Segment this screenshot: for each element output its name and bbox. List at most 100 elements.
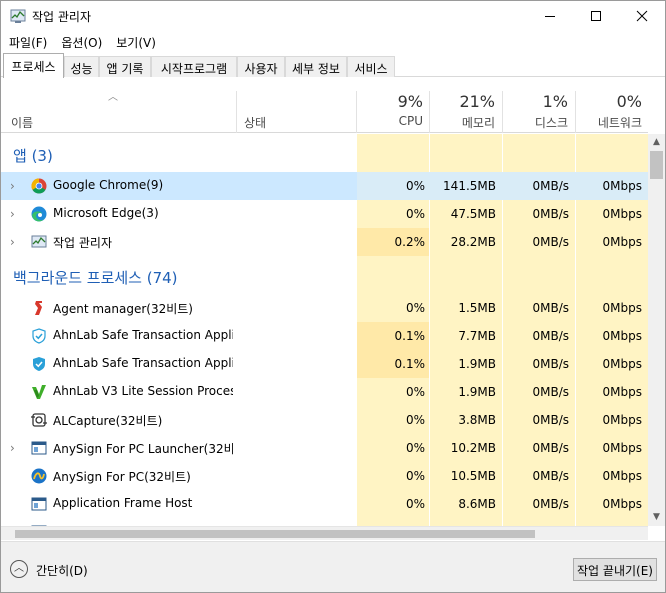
column-memory[interactable]: 메모리 <box>431 114 495 131</box>
cpu-value: 0% <box>405 179 425 193</box>
network-value: 0Mbps <box>602 207 642 221</box>
expand-chevron-icon[interactable]: › <box>10 179 15 193</box>
vertical-scrollbar[interactable]: ▲ ▼ <box>648 134 665 526</box>
fewer-details-link[interactable]: 간단히(D) <box>36 562 88 579</box>
group-apps-label: 앱 (3) <box>13 147 53 165</box>
scroll-down-arrow-icon[interactable]: ▼ <box>648 509 665 526</box>
list-item[interactable]: › Google Chrome(9) 0% 141.5MB 0MB/s 0Mbp… <box>1 172 648 200</box>
list-item[interactable]: AhnLab V3 Lite Session Proces... 0% 1.9M… <box>1 378 648 406</box>
tab-strip: 프로세스 성능 앱 기록 시작프로그램 사용자 세부 정보 서비스 <box>1 53 665 78</box>
scroll-up-arrow-icon[interactable]: ▲ <box>648 134 665 151</box>
menu-view[interactable]: 보기(V) <box>108 31 162 53</box>
sort-arrow-icon: ︿ <box>108 92 118 103</box>
column-header: ︿ 이름 상태 9% CPU 21% 메모리 1% 디스크 0% 네트워크 <box>1 78 648 133</box>
expand-chevron-icon[interactable]: › <box>10 207 15 221</box>
list-item-partial[interactable] <box>1 518 648 526</box>
list-item[interactable]: ALCapture(32비트) 0% 3.8MB 0MB/s 0Mbps <box>1 406 648 434</box>
expand-chevron-icon[interactable]: › <box>10 235 15 249</box>
collapse-up-icon[interactable]: ︿ <box>10 560 28 578</box>
column-cpu[interactable]: CPU <box>359 114 423 128</box>
group-apps[interactable]: 앱 (3) <box>1 134 648 174</box>
memory-value: 3.8MB <box>458 413 496 427</box>
memory-value: 28.2MB <box>450 235 496 249</box>
list-item[interactable]: › Microsoft Edge(3) 0% 47.5MB 0MB/s 0Mbp… <box>1 200 648 228</box>
cpu-value: 0% <box>405 301 425 315</box>
anysign-icon <box>31 468 47 484</box>
column-name[interactable]: 이름 <box>11 114 33 131</box>
menu-bar: 파일(F) 옵션(O) 보기(V) <box>1 31 665 53</box>
list-item[interactable]: AnySign For PC(32비트) 0% 10.5MB 0MB/s 0Mb… <box>1 462 648 490</box>
process-name: AhnLab V3 Lite Session Proces... <box>53 384 233 398</box>
title-bar[interactable]: 작업 관리자 <box>1 1 665 31</box>
tab-app-history[interactable]: 앱 기록 <box>99 56 151 77</box>
horizontal-scroll-thumb[interactable] <box>15 530 535 538</box>
column-status[interactable]: 상태 <box>244 114 266 131</box>
column-network[interactable]: 네트워크 <box>577 114 642 131</box>
network-value: 0Mbps <box>602 301 642 315</box>
task-manager-window: 작업 관리자 파일(F) 옵션(O) 보기(V) 프로세스 성능 앱 기록 시작… <box>0 0 666 593</box>
list-item[interactable]: AhnLab Safe Transaction Appli... 0.1% 1.… <box>1 350 648 378</box>
list-item[interactable]: › 작업 관리자 0.2% 28.2MB 0MB/s 0Mbps <box>1 228 648 256</box>
column-network-percent[interactable]: 0% <box>577 92 642 111</box>
process-name: Agent manager(32비트) <box>53 302 193 316</box>
tab-performance[interactable]: 성능 <box>64 56 99 77</box>
menu-file[interactable]: 파일(F) <box>1 31 53 53</box>
window-app-icon <box>31 497 47 511</box>
network-value: 0Mbps <box>602 413 642 427</box>
ahnlab-shield-icon <box>32 328 46 344</box>
process-name: Google Chrome(9) <box>53 178 164 192</box>
horizontal-scrollbar[interactable] <box>1 526 648 540</box>
network-value: 0Mbps <box>602 469 642 483</box>
menu-options[interactable]: 옵션(O) <box>53 31 108 53</box>
tab-users[interactable]: 사용자 <box>237 56 285 77</box>
disk-value: 0MB/s <box>532 179 569 193</box>
network-value: 0Mbps <box>602 441 642 455</box>
group-background[interactable]: 백그라운드 프로세스 (74) <box>1 256 648 296</box>
column-cpu-percent[interactable]: 9% <box>359 92 423 111</box>
tab-startup[interactable]: 시작프로그램 <box>151 56 237 77</box>
disk-value: 0MB/s <box>532 357 569 371</box>
tab-processes[interactable]: 프로세스 <box>3 53 64 78</box>
column-divider[interactable] <box>575 91 576 133</box>
disk-value: 0MB/s <box>532 497 569 511</box>
list-item[interactable]: Agent manager(32비트) 0% 1.5MB 0MB/s 0Mbps <box>1 294 648 322</box>
list-item[interactable]: Application Frame Host 0% 8.6MB 0MB/s 0M… <box>1 490 648 518</box>
tab-services[interactable]: 서비스 <box>347 56 395 77</box>
maximize-button[interactable] <box>573 1 619 31</box>
column-divider[interactable] <box>236 91 237 133</box>
end-task-button[interactable]: 작업 끝내기(E) <box>573 558 657 581</box>
cpu-value: 0% <box>405 469 425 483</box>
minimize-button[interactable] <box>527 1 573 31</box>
tab-details[interactable]: 세부 정보 <box>285 56 347 77</box>
list-item[interactable]: AhnLab Safe Transaction Appli... 0.1% 7.… <box>1 322 648 350</box>
column-disk-percent[interactable]: 1% <box>504 92 568 111</box>
vertical-scroll-thumb[interactable] <box>650 151 663 179</box>
column-divider[interactable] <box>429 91 430 133</box>
process-name: AnySign For PC Launcher(32비... <box>53 442 233 456</box>
network-value: 0Mbps <box>602 385 642 399</box>
memory-value: 141.5MB <box>443 179 496 193</box>
window-app-icon <box>31 441 47 455</box>
group-background-label: 백그라운드 프로세스 (74) <box>13 269 178 287</box>
memory-value: 1.5MB <box>458 301 496 315</box>
network-value: 0Mbps <box>602 497 642 511</box>
close-button[interactable] <box>619 1 665 31</box>
column-divider[interactable] <box>356 91 357 133</box>
disk-value: 0MB/s <box>532 385 569 399</box>
cpu-value: 0% <box>405 497 425 511</box>
process-name: AhnLab Safe Transaction Appli... <box>53 328 233 342</box>
footer-bar: ︿ 간단히(D) 작업 끝내기(E) <box>1 541 665 592</box>
expand-chevron-icon[interactable]: › <box>10 441 15 455</box>
cpu-value: 0% <box>405 207 425 221</box>
column-disk[interactable]: 디스크 <box>504 114 568 131</box>
disk-value: 0MB/s <box>532 469 569 483</box>
edge-icon <box>31 206 47 222</box>
cpu-value: 0.2% <box>394 235 426 249</box>
close-icon <box>636 10 648 22</box>
list-item[interactable]: › AnySign For PC Launcher(32비... 0% 10.2… <box>1 434 648 462</box>
column-divider[interactable] <box>502 91 503 133</box>
process-list: 앱 (3) › Google Chrome(9) 0% 141.5MB 0MB/… <box>1 134 648 526</box>
column-memory-percent[interactable]: 21% <box>431 92 495 111</box>
memory-value: 10.2MB <box>450 441 496 455</box>
network-value: 0Mbps <box>602 179 642 193</box>
